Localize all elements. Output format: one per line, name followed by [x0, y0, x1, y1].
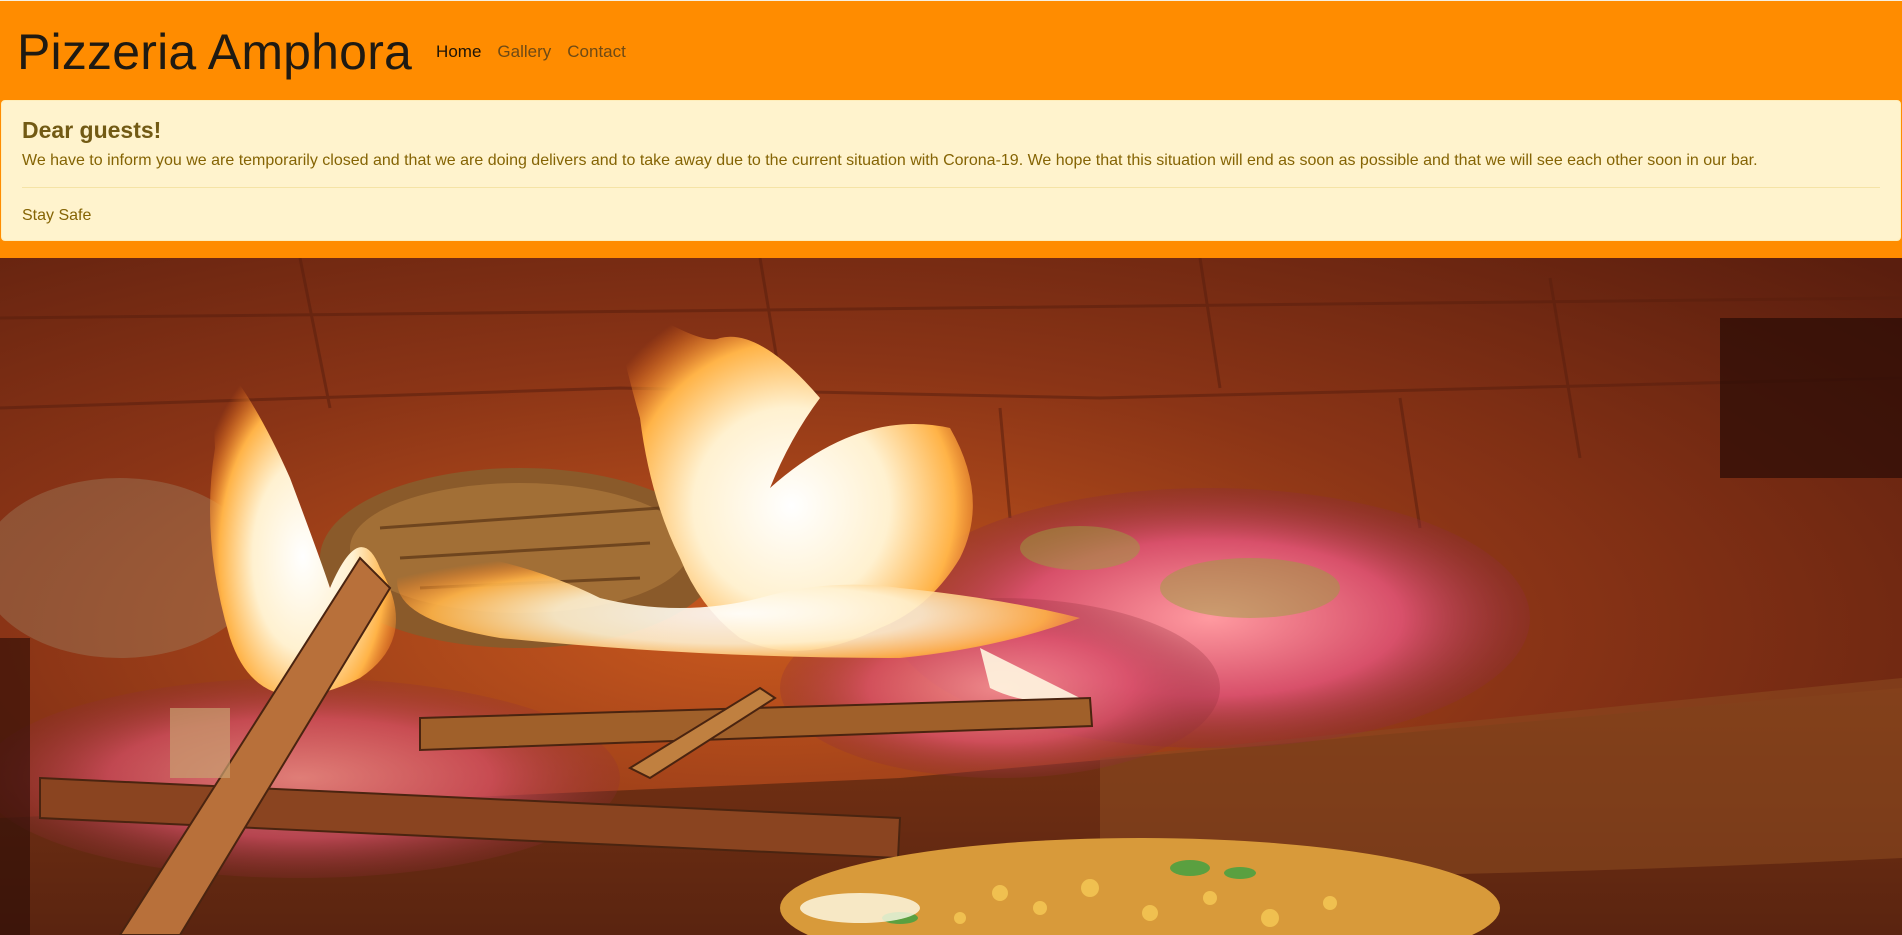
nav-link-contact[interactable]: Contact — [567, 42, 626, 62]
brand-logo-text[interactable]: Pizzeria Amphora — [17, 27, 412, 77]
oven-fire-illustration — [0, 258, 1902, 935]
closure-notice-alert: Dear guests! We have to inform you we ar… — [1, 100, 1901, 241]
nav-link-home[interactable]: Home — [436, 42, 481, 62]
alert-heading: Dear guests! — [22, 117, 162, 143]
alert-message: We have to inform you we are temporarily… — [22, 152, 1758, 169]
alert-divider — [22, 187, 1880, 188]
nav-link-gallery[interactable]: Gallery — [497, 42, 551, 62]
hero-fire-image — [0, 258, 1902, 935]
alert-footer: Stay Safe — [22, 207, 92, 224]
nav-links: Home Gallery Contact — [436, 42, 626, 62]
navbar: Pizzeria Amphora Home Gallery Contact — [0, 0, 1902, 100]
